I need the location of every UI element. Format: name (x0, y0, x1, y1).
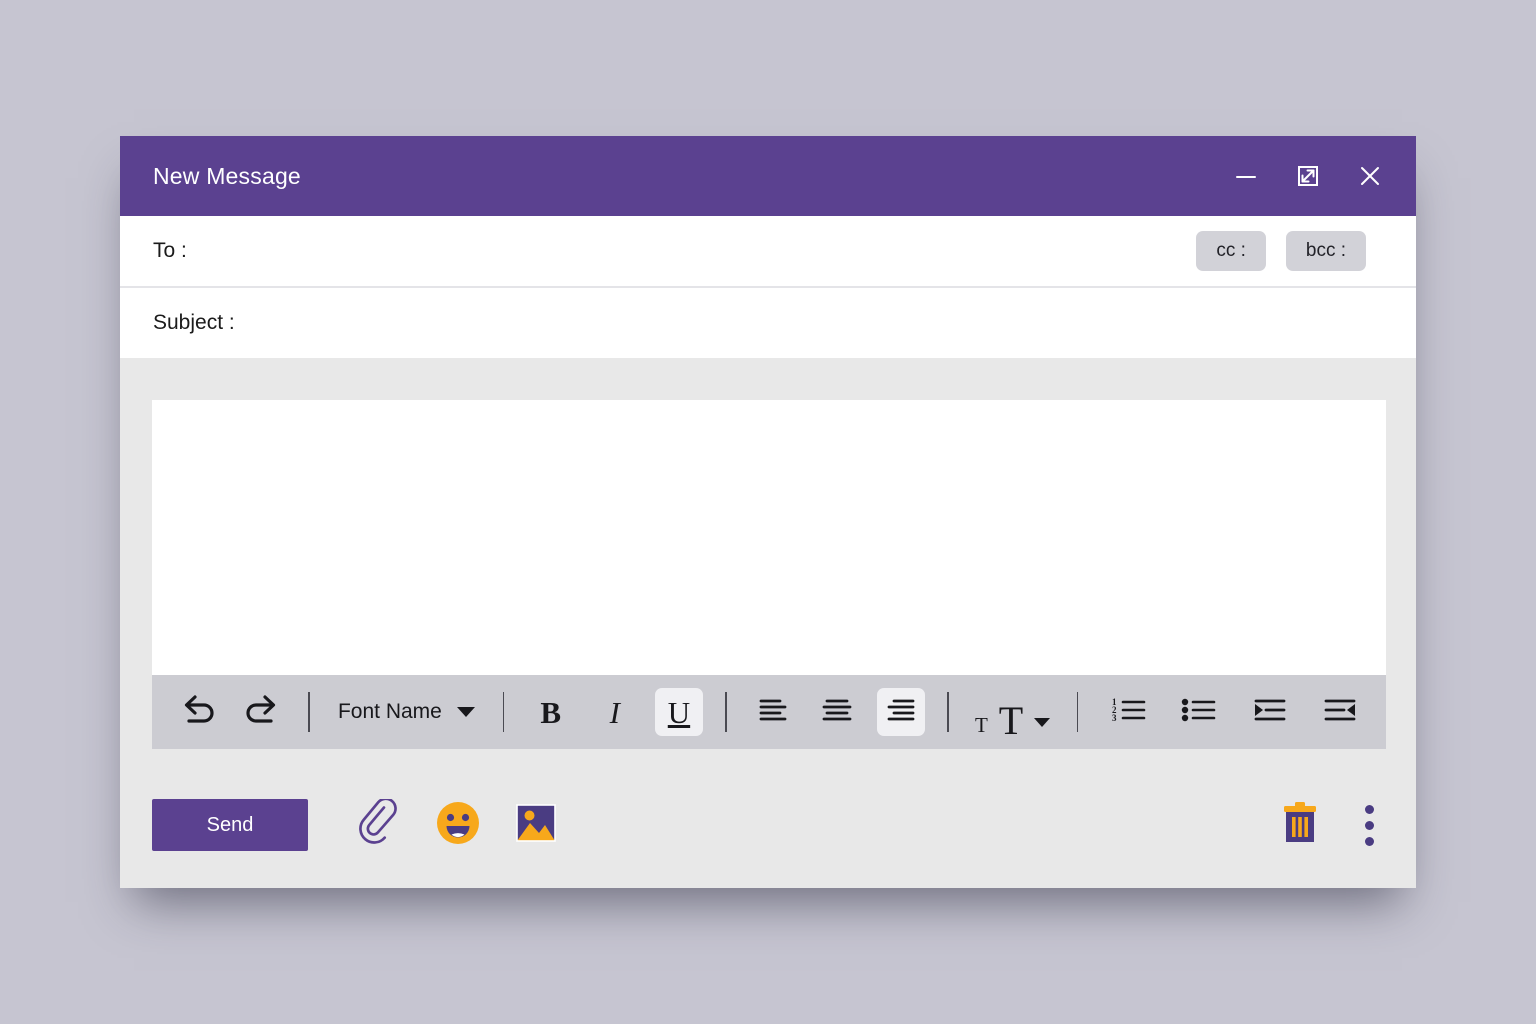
bold-label: B (540, 694, 562, 730)
indent-increase-icon (1252, 695, 1288, 730)
insert-emoji-button[interactable] (430, 797, 486, 853)
formatting-toolbar: Font Name B I U T T 1 2 3 (152, 675, 1386, 749)
bold-button[interactable]: B (527, 688, 575, 736)
underline-label: U (667, 694, 691, 730)
to-label: To : (153, 239, 187, 262)
to-field-row: To : cc : bcc : (120, 216, 1416, 288)
font-size-small-label: T (974, 713, 988, 738)
subject-field-row: Subject : (120, 288, 1416, 358)
italic-button[interactable]: I (591, 688, 639, 736)
paperclip-icon (357, 796, 403, 852)
attachment-tools (352, 796, 564, 853)
send-button[interactable]: Send (152, 799, 308, 851)
italic-label: I (609, 694, 620, 730)
minimize-icon (1233, 163, 1259, 189)
numbered-list-icon: 1 2 3 (1109, 695, 1149, 730)
insert-image-button[interactable] (508, 797, 564, 853)
font-name-dropdown[interactable]: Font Name (332, 688, 481, 736)
more-options-dot (1364, 836, 1374, 846)
title-bar: New Message (120, 136, 1416, 216)
subject-label: Subject : (153, 311, 235, 334)
indent-decrease-icon (1322, 695, 1358, 730)
toolbar-divider (308, 692, 310, 732)
secondary-actions (1272, 797, 1384, 853)
align-right-icon (884, 695, 918, 730)
message-body-input[interactable] (152, 400, 1386, 675)
chevron-down-icon (456, 707, 475, 717)
action-bar: Send (120, 775, 1416, 875)
trash-icon (1278, 799, 1322, 852)
compose-window: New Message To: cc: bcc: Subject: Fo… (120, 136, 1416, 888)
window-controls (1230, 160, 1386, 192)
align-left-button[interactable] (749, 688, 797, 736)
toolbar-divider (1076, 692, 1078, 732)
window-title: New Message (153, 162, 301, 189)
more-options-dot (1364, 804, 1374, 814)
more-options-button[interactable] (1354, 797, 1384, 853)
bcc-button[interactable]: bcc : (1285, 231, 1366, 271)
emoji-icon (434, 799, 482, 852)
numbered-list-button[interactable]: 1 2 3 (1105, 688, 1153, 736)
toolbar-divider (947, 692, 949, 732)
svg-text:3: 3 (1112, 713, 1117, 723)
discard-draft-button[interactable] (1272, 797, 1328, 853)
align-center-button[interactable] (813, 688, 861, 736)
redo-icon (241, 693, 283, 732)
to-input[interactable] (198, 230, 1177, 272)
indent-increase-button[interactable] (1246, 688, 1294, 736)
font-size-dropdown[interactable]: T T (971, 688, 1054, 743)
align-right-button[interactable] (877, 688, 926, 736)
bulleted-list-icon (1179, 695, 1219, 730)
redo-button[interactable] (238, 688, 286, 736)
minimize-button[interactable] (1230, 160, 1262, 192)
undo-button[interactable] (174, 688, 222, 736)
editor-area (120, 358, 1416, 675)
close-button[interactable] (1354, 160, 1386, 192)
font-name-label: Font Name (337, 700, 442, 723)
expand-button[interactable] (1292, 160, 1324, 192)
cc-button[interactable]: cc : (1196, 231, 1266, 271)
attach-file-button[interactable] (352, 796, 408, 853)
align-center-icon (820, 695, 854, 730)
bulleted-list-button[interactable] (1175, 688, 1223, 736)
chevron-down-icon (1034, 718, 1051, 727)
align-left-icon (756, 695, 790, 730)
underline-button[interactable]: U (654, 688, 703, 736)
subject-input[interactable] (246, 302, 1366, 344)
undo-icon (177, 693, 219, 732)
more-options-dot (1364, 820, 1374, 830)
font-size-large-label: T (998, 697, 1024, 743)
indent-decrease-button[interactable] (1316, 688, 1364, 736)
close-icon (1356, 162, 1384, 190)
image-icon (512, 799, 560, 852)
toolbar-divider (725, 692, 727, 732)
expand-icon (1294, 162, 1322, 190)
toolbar-divider (503, 692, 505, 732)
